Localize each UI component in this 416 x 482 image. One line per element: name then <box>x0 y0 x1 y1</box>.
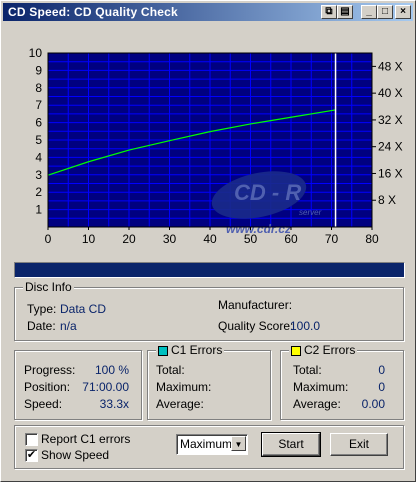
window-title: CD Speed: CD Quality Check <box>8 5 178 19</box>
copy-icon[interactable]: ⧉ <box>321 5 337 19</box>
close-button[interactable]: × <box>395 5 411 19</box>
y-tick-label-left: 1 <box>35 203 42 217</box>
start-button-label: Start <box>278 437 304 451</box>
x-tick-label: 70 <box>325 232 339 246</box>
watermark-sub: server <box>299 208 322 217</box>
progress-group: Progress: 100 % Position: 71:00.00 Speed… <box>14 350 142 420</box>
y-tick-label-left: 5 <box>35 133 42 147</box>
y-tick-label-left: 4 <box>35 150 42 164</box>
y-tick-label-left: 10 <box>29 46 43 60</box>
x-tick-label: 20 <box>122 232 136 246</box>
show-speed-checkbox[interactable]: ✔ <box>25 449 38 462</box>
y-tick-label-right: 32 X <box>378 113 403 127</box>
start-button[interactable]: Start <box>261 432 321 457</box>
speed-chart: CD - R server www.cdr.cz 0 10 20 30 40 50 60 70… <box>14 40 404 260</box>
y-tick-label-right: 8 X <box>378 193 396 207</box>
y-tick-label-left: 6 <box>35 116 42 130</box>
speed-label: Speed: <box>24 397 63 411</box>
x-tick-label: 50 <box>244 232 258 246</box>
c1-errors-title: C1 Errors <box>171 343 223 357</box>
y-tick-label-right: 16 X <box>378 166 403 180</box>
watermark-url: www.cdr.cz <box>226 222 291 236</box>
mode-select-value: Maximum <box>180 437 233 451</box>
progress-bar-fill <box>15 263 404 277</box>
report-c1-label[interactable]: Report C1 errors <box>41 432 130 446</box>
speed-chart-svg: CD - R server www.cdr.cz 0 10 20 30 40 50 60 70… <box>29 46 403 246</box>
watermark-title: CD - R <box>234 180 301 205</box>
x-tick-label: 0 <box>45 232 52 246</box>
x-tick-label: 40 <box>203 232 217 246</box>
speed-value: 33.3x <box>99 397 129 411</box>
report-c1-checkbox[interactable] <box>25 433 38 446</box>
type-label: Type: <box>27 302 57 316</box>
c1-maximum-label: Maximum: <box>156 380 212 394</box>
quality-score-label: Quality Score: <box>218 319 294 333</box>
quality-score-value: 100.0 <box>290 319 321 333</box>
minimize-button[interactable]: _ <box>361 5 377 19</box>
c2-total-value: 0 <box>378 363 385 377</box>
y-tick-label-right: 24 X <box>378 140 403 154</box>
c1-color-icon <box>158 345 168 356</box>
exit-button-label: Exit <box>348 437 369 451</box>
c1-average-label: Average: <box>156 397 204 411</box>
type-value: Data CD <box>60 302 107 316</box>
c2-total-label: Total: <box>293 363 322 377</box>
manufacturer-label: Manufacturer: <box>218 298 293 312</box>
y-tick-label-right: 48 X <box>378 59 403 73</box>
y-tick-label-left: 7 <box>35 98 42 112</box>
c2-maximum-value: 0 <box>378 380 385 394</box>
show-speed-label[interactable]: Show Speed <box>41 448 109 462</box>
y-tick-label-left: 9 <box>35 63 42 77</box>
c2-errors-title: C2 Errors <box>304 343 356 357</box>
c2-errors-group: C2 Errors Total: 0 Maximum: 0 Average: 0… <box>280 343 404 420</box>
c1-total-label: Total: <box>156 363 185 377</box>
progress-value: 100 % <box>94 363 129 377</box>
maximize-button[interactable]: □ <box>377 5 393 19</box>
disc-info-group: Disc Info Type: Data CD Date: n/a Manufa… <box>14 280 404 341</box>
save-icon[interactable]: ▤ <box>337 5 353 19</box>
c2-average-label: Average: <box>293 397 341 411</box>
c1-errors-legend: C1 Errors <box>156 343 225 357</box>
x-tick-label: 30 <box>163 232 177 246</box>
position-label: Position: <box>24 380 71 394</box>
c2-errors-legend: C2 Errors <box>289 343 358 357</box>
y-tick-label-left: 3 <box>35 168 42 182</box>
y-tick-label-left: 8 <box>35 81 42 95</box>
x-tick-label: 60 <box>284 232 298 246</box>
x-tick-label: 80 <box>365 232 379 246</box>
c2-color-icon <box>291 345 301 356</box>
mode-select[interactable]: Maximum ▼ <box>176 434 248 455</box>
position-value: 71:00.00 <box>82 380 129 394</box>
date-label: Date: <box>27 319 56 333</box>
exit-button[interactable]: Exit <box>330 433 388 456</box>
progress-bar <box>14 262 405 278</box>
c2-maximum-label: Maximum: <box>293 380 349 394</box>
c2-average-value: 0.00 <box>361 397 385 411</box>
y-tick-label-right: 40 X <box>378 86 403 100</box>
chevron-down-icon[interactable]: ▼ <box>231 436 246 451</box>
y-tick-label-left: 2 <box>35 185 42 199</box>
c1-errors-group: C1 Errors Total: Maximum: Average: <box>147 343 271 420</box>
date-value: n/a <box>60 319 77 333</box>
disc-info-legend: Disc Info <box>23 280 74 294</box>
title-bar[interactable]: CD Speed: CD Quality Check ⧉ ▤ _ □ × <box>3 3 413 21</box>
progress-label: Progress: <box>24 363 76 377</box>
x-tick-label: 10 <box>82 232 96 246</box>
